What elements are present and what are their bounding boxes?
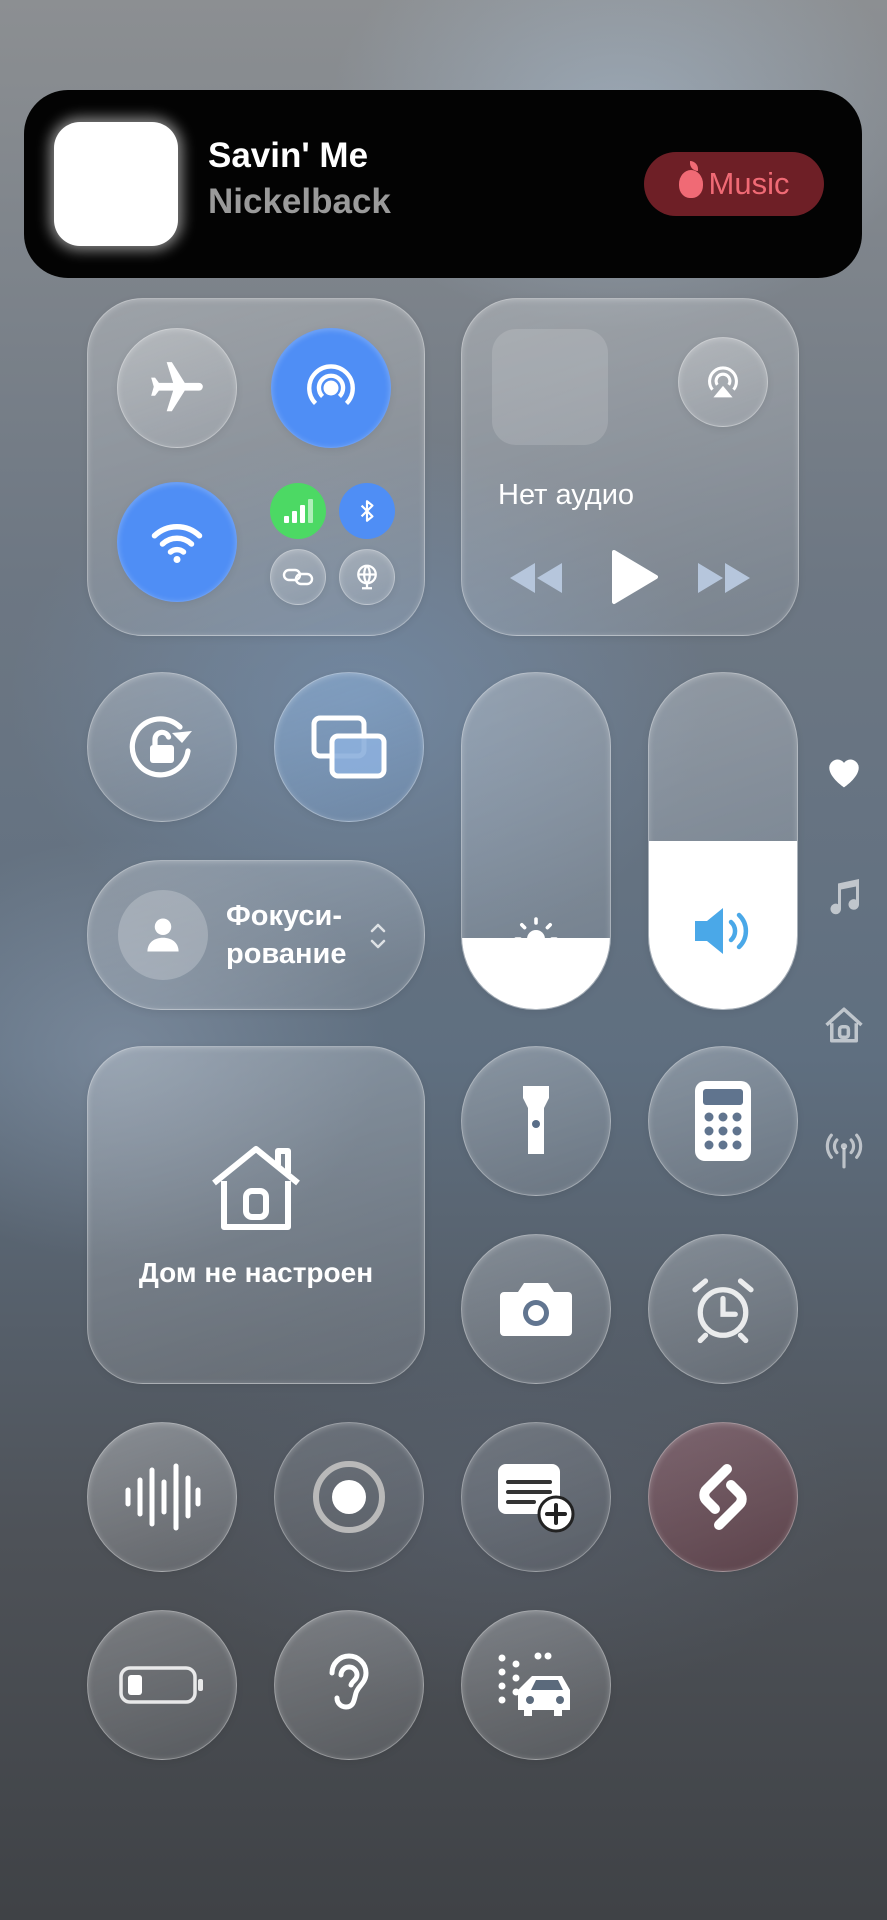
media-status: Нет аудио bbox=[498, 479, 635, 511]
vehicle-motion-cues-button[interactable] bbox=[461, 1610, 611, 1760]
airdrop-icon bbox=[307, 364, 355, 405]
fast-forward-icon[interactable] bbox=[696, 561, 752, 595]
calculator-icon bbox=[695, 1081, 751, 1161]
song-title: Savin' Me bbox=[208, 136, 369, 175]
cellular-toggle[interactable] bbox=[270, 483, 326, 539]
hearing-button[interactable] bbox=[274, 1610, 424, 1760]
page-connectivity[interactable] bbox=[820, 1128, 868, 1174]
wifi-toggle[interactable] bbox=[117, 482, 237, 602]
vpn-toggle[interactable] bbox=[339, 549, 395, 605]
focus-label: Фокуси- рование bbox=[226, 900, 347, 970]
shazam-button[interactable] bbox=[648, 1422, 798, 1572]
person-icon bbox=[147, 918, 179, 952]
personal-hotspot-icon bbox=[282, 568, 314, 586]
play-icon[interactable] bbox=[610, 549, 658, 605]
flashlight-icon bbox=[523, 1086, 549, 1154]
home-label: Дом не настроен bbox=[138, 1257, 374, 1288]
alarm-icon bbox=[692, 1278, 754, 1344]
brightness-slider[interactable] bbox=[461, 672, 611, 1010]
calculator-button[interactable] bbox=[648, 1046, 798, 1196]
music-badge-label: Music bbox=[708, 166, 790, 201]
shazam-icon bbox=[699, 1464, 747, 1530]
page-home[interactable] bbox=[820, 1002, 868, 1048]
page-favorites[interactable] bbox=[820, 748, 868, 794]
bluetooth-icon bbox=[360, 500, 374, 522]
cellular-signal-icon bbox=[284, 499, 313, 523]
music-note-icon bbox=[830, 879, 859, 915]
low-power-mode-icon bbox=[119, 1666, 203, 1704]
screen-record-button[interactable] bbox=[274, 1422, 424, 1572]
focus-icon-wrap bbox=[118, 890, 208, 980]
speaker-icon bbox=[695, 908, 749, 954]
chevron-up-down-icon bbox=[370, 923, 386, 949]
quick-note-button[interactable] bbox=[461, 1422, 611, 1572]
airplane-mode-toggle[interactable] bbox=[117, 328, 237, 448]
rotation-lock-toggle[interactable] bbox=[87, 672, 237, 822]
page-music[interactable] bbox=[820, 874, 868, 920]
wifi-icon bbox=[151, 524, 203, 563]
apple-music-badge[interactable]: Music bbox=[644, 152, 824, 216]
focus-button[interactable]: Фокуси- рование bbox=[87, 860, 425, 1010]
now-playing-banner[interactable]: Savin' Me Nickelback Music bbox=[24, 90, 862, 278]
camera-icon bbox=[500, 1283, 572, 1336]
apple-logo-icon bbox=[678, 161, 703, 198]
home-icon bbox=[212, 1146, 300, 1230]
home-tile[interactable]: Дом не настроен bbox=[87, 1046, 425, 1384]
heart-icon bbox=[829, 759, 859, 788]
home-icon bbox=[825, 1007, 863, 1043]
album-art bbox=[54, 122, 178, 246]
rotation-lock-icon bbox=[129, 716, 192, 778]
quick-note-icon bbox=[498, 1464, 575, 1533]
vehicle-motion-cues-icon bbox=[498, 1652, 570, 1716]
volume-slider[interactable] bbox=[648, 672, 798, 1010]
song-artist: Nickelback bbox=[208, 182, 391, 221]
airplane-icon bbox=[151, 362, 203, 412]
screen-record-icon bbox=[313, 1461, 385, 1533]
voice-memo-button[interactable] bbox=[87, 1422, 237, 1572]
flashlight-toggle[interactable] bbox=[461, 1046, 611, 1196]
personal-hotspot-toggle[interactable] bbox=[270, 549, 326, 605]
screen-mirroring-toggle[interactable] bbox=[274, 672, 424, 822]
hearing-icon bbox=[329, 1653, 369, 1710]
airdrop-toggle[interactable] bbox=[271, 328, 391, 448]
sun-icon bbox=[514, 917, 558, 961]
bluetooth-toggle[interactable] bbox=[339, 483, 395, 539]
antenna-icon bbox=[825, 1133, 863, 1169]
rewind-icon[interactable] bbox=[508, 561, 564, 595]
screen-mirroring-icon bbox=[311, 715, 387, 779]
camera-button[interactable] bbox=[461, 1234, 611, 1384]
voice-memo-icon bbox=[125, 1463, 201, 1531]
connectivity-panel bbox=[87, 298, 425, 636]
alarm-button[interactable] bbox=[648, 1234, 798, 1384]
airplay-button[interactable] bbox=[678, 337, 768, 427]
vpn-globe-icon bbox=[357, 564, 377, 590]
media-panel[interactable]: Нет аудио bbox=[461, 298, 799, 636]
airplay-icon bbox=[708, 366, 738, 398]
media-artwork-placeholder bbox=[492, 329, 608, 445]
low-power-mode-toggle[interactable] bbox=[87, 1610, 237, 1760]
